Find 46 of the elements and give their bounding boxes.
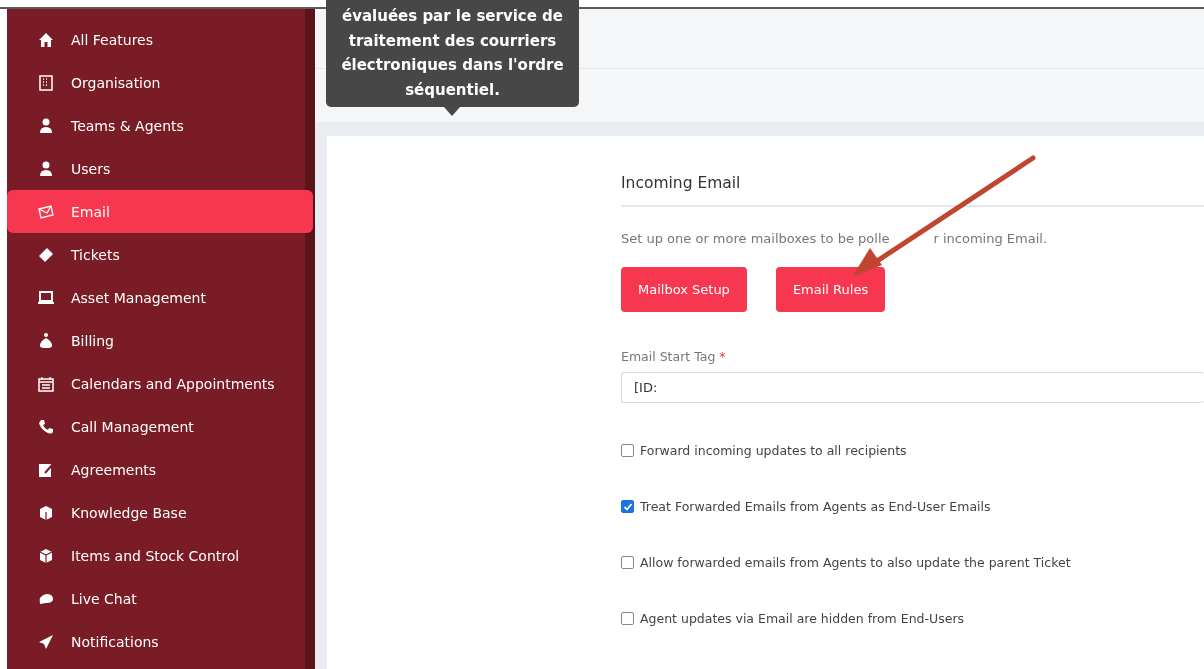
tooltip-text: électroniques dans l'ordre <box>340 55 565 76</box>
checkbox-label: Agent updates via Email are hidden from End-Users <box>640 611 965 626</box>
checkbox[interactable] <box>621 612 634 625</box>
checkbox-label: Treat Forwarded Emails from Agents as End-User Emails <box>640 499 991 514</box>
paper-plane-icon <box>37 632 55 651</box>
sidebar-item[interactable]: Email <box>7 190 313 233</box>
sidebar-item[interactable]: Users <box>7 147 313 190</box>
field-label: Email Start Tag <box>621 349 716 364</box>
sidebar-item[interactable]: All Features <box>7 18 313 61</box>
building-icon <box>37 73 55 92</box>
action-button[interactable]: Email Rules <box>775 267 886 312</box>
sidebar-item[interactable]: Calendars and Appointments <box>7 362 313 405</box>
section-description: r incoming Email. <box>933 231 1048 246</box>
box-icon <box>37 503 55 522</box>
envelope-icon <box>37 202 55 221</box>
sidebar-item[interactable]: Billing <box>7 319 313 362</box>
action-button[interactable]: Mailbox Setup <box>621 267 747 312</box>
section-description: Set up one or more mailboxes to be polle <box>621 231 890 246</box>
person-icon <box>37 116 55 135</box>
checkbox-label: Forward incoming updates to all recipients <box>640 443 907 458</box>
sidebar-item[interactable]: Teams & Agents <box>7 104 313 147</box>
checkbox[interactable] <box>621 556 634 569</box>
person-icon <box>37 159 55 178</box>
sidebar-item[interactable]: Call Management <box>7 405 313 448</box>
home-icon <box>37 30 55 49</box>
start-tag-field[interactable]: [ID: <box>621 372 1204 403</box>
sidebar-item[interactable]: Asset Management <box>7 276 313 319</box>
sidebar-item[interactable]: Organisation <box>7 61 313 104</box>
phone-icon <box>37 417 55 436</box>
checkbox[interactable] <box>621 500 634 513</box>
sidebar-item[interactable]: Items and Stock Control <box>7 534 313 577</box>
sidebar-item[interactable]: Knowledge Base <box>7 491 313 534</box>
laptop-icon <box>37 288 55 307</box>
tooltip-text: séquentiel. <box>404 79 501 101</box>
checkbox[interactable] <box>621 444 634 457</box>
checkbox-label: Allow forwarded emails from Agents to also update the parent Ticket <box>640 555 1071 570</box>
sidebar-item[interactable]: Live Chat <box>7 577 313 620</box>
sidebar-item[interactable]: Notifications <box>7 620 313 663</box>
required-mark: * <box>719 349 726 364</box>
calendar-icon <box>37 374 55 393</box>
sidebar-item[interactable]: Tickets <box>7 233 313 276</box>
section-title: Incoming Email <box>621 174 1204 207</box>
tooltip-text: évaluées par le service de <box>341 6 564 27</box>
box-icon <box>37 546 55 565</box>
sidebar-item[interactable]: Agreements <box>7 448 313 491</box>
tooltip-text: traitement des courriers <box>347 30 558 52</box>
